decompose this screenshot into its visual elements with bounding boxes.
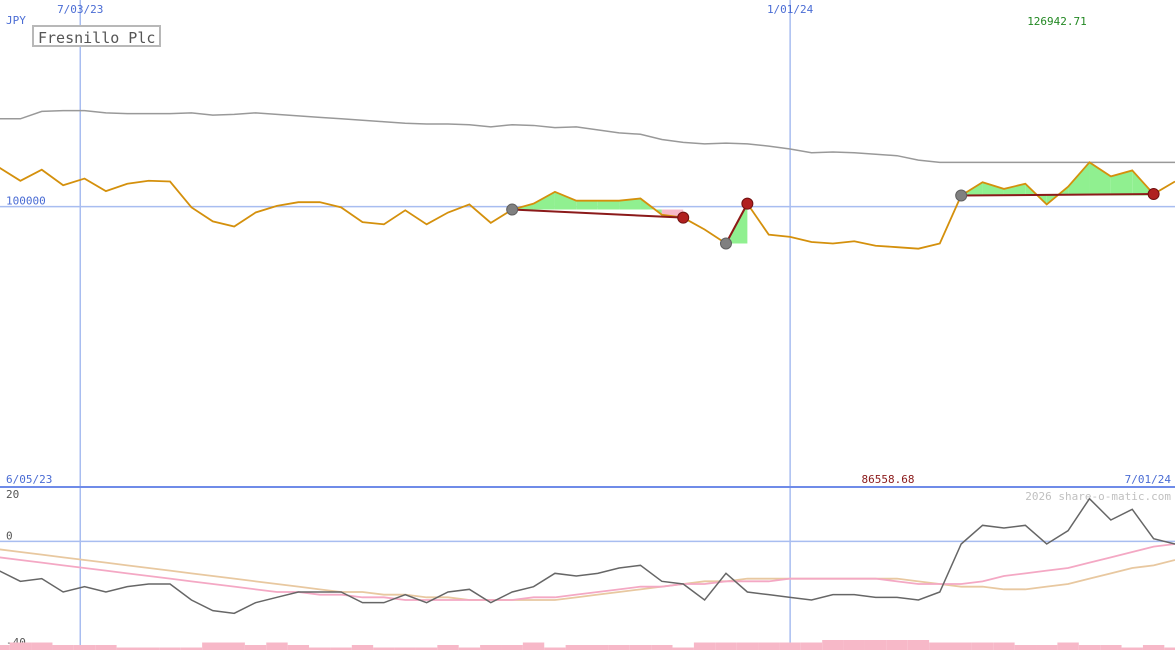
histogram-bar <box>351 645 374 650</box>
chart-title: Fresnillo Plc <box>32 25 162 47</box>
histogram-bar <box>843 640 865 650</box>
trade-entry-marker <box>955 189 968 202</box>
histogram-bar <box>1014 645 1037 650</box>
currency-label: JPY <box>6 14 26 27</box>
histogram-bar <box>1078 645 1101 650</box>
trade-exit-marker <box>677 211 690 224</box>
histogram-bar <box>779 642 801 650</box>
start-date-label: 6/05/23 <box>6 473 52 486</box>
max-value-label: 126942.71 <box>1027 15 1087 28</box>
end-date-label: 7/01/24 <box>1125 473 1172 486</box>
histogram-bar <box>715 642 737 650</box>
histogram-bar <box>886 640 908 650</box>
trade-entry-marker <box>719 237 732 250</box>
histogram-bar <box>971 642 994 650</box>
histogram-bar <box>501 645 523 650</box>
histogram-bar <box>864 640 887 650</box>
histogram-bar <box>95 645 117 650</box>
histogram-bar <box>993 642 1015 650</box>
chart-background <box>0 0 1175 650</box>
histogram-bar <box>31 642 53 650</box>
histogram-bar <box>1100 645 1122 650</box>
credit-label: 2026 share-o-matic.com <box>1025 490 1171 503</box>
trade-gain-area <box>576 200 598 210</box>
reference-label: 100000 <box>6 195 46 208</box>
histogram-bar <box>266 642 288 650</box>
histogram-bar <box>223 642 245 650</box>
histogram-bar <box>202 642 224 650</box>
date-label: 7/03/23 <box>57 3 103 16</box>
histogram-bar <box>950 642 972 650</box>
trade-entry-marker <box>506 203 519 216</box>
min-value-label: 86558.68 <box>862 473 915 486</box>
histogram-bar <box>565 645 587 650</box>
histogram-bar <box>480 645 502 650</box>
histogram-bar <box>629 645 652 650</box>
trade-exit-marker <box>1147 188 1160 201</box>
histogram-bar <box>522 642 545 650</box>
oscillator-tick-label: 0 <box>6 529 13 542</box>
histogram-bar <box>608 645 630 650</box>
histogram-bar <box>52 645 74 650</box>
histogram-bar <box>437 645 459 650</box>
trade-exit-marker <box>741 197 754 210</box>
histogram-bar <box>1036 645 1058 650</box>
oscillator-tick-label: 20 <box>6 488 19 501</box>
histogram-bar <box>0 645 10 650</box>
histogram-bar <box>244 645 267 650</box>
histogram-bar <box>651 645 673 650</box>
histogram-bar <box>907 640 930 650</box>
chart-canvas: 100000 JPY 7/03/23 1/01/24 126942.71 6/05/23 7… <box>0 0 1175 650</box>
histogram-bar <box>73 645 96 650</box>
histogram-bar <box>929 642 951 650</box>
histogram-bar <box>736 642 759 650</box>
histogram-bar <box>1142 645 1165 650</box>
histogram-bar <box>9 642 32 650</box>
histogram-bar <box>587 645 609 650</box>
histogram-bar <box>693 642 716 650</box>
histogram-bar <box>1057 642 1079 650</box>
date-label: 1/01/24 <box>767 3 814 16</box>
histogram-bar <box>287 645 310 650</box>
trade-gain-area <box>597 200 620 210</box>
histogram-bar <box>822 640 844 650</box>
histogram-bar <box>758 642 780 650</box>
histogram-bar <box>800 642 823 650</box>
